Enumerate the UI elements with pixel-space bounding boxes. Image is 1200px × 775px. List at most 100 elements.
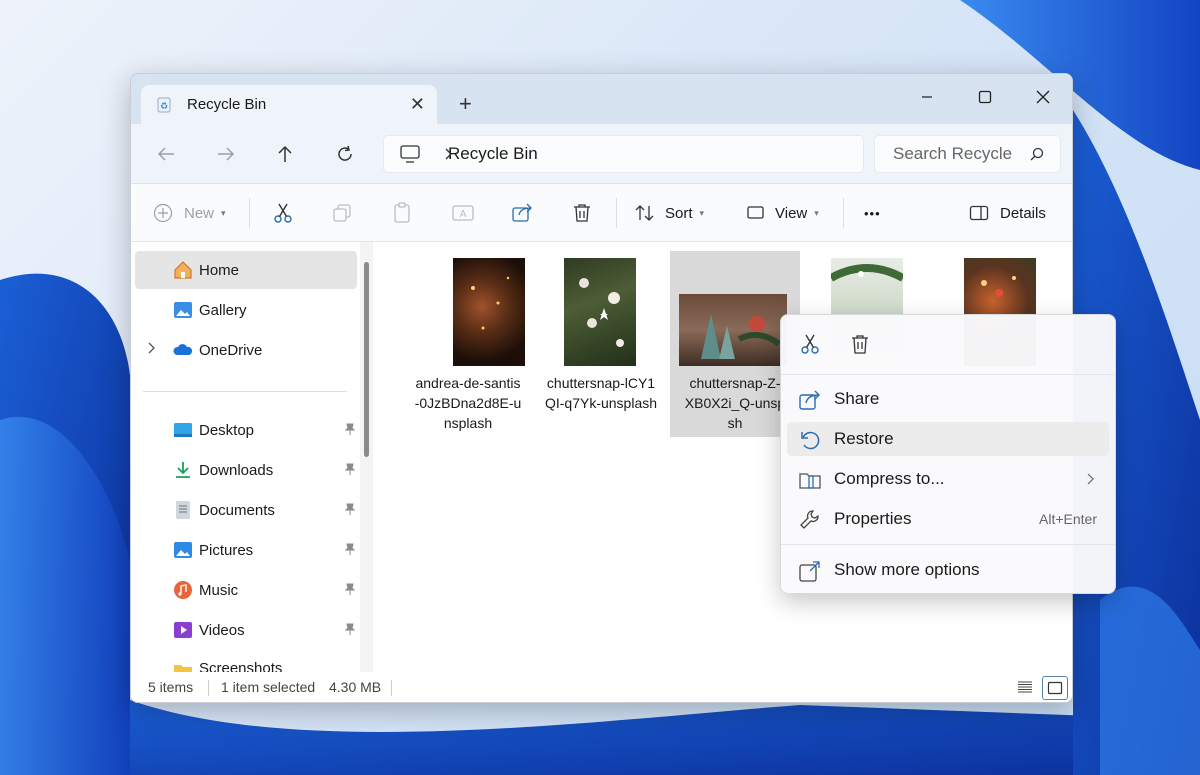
details-pane-button[interactable]: Details <box>969 184 1046 242</box>
pin-icon <box>343 422 357 440</box>
sort-label: Sort <box>665 204 693 222</box>
recycle-bin-icon: ♻ <box>155 96 173 114</box>
menu-divider <box>781 544 1115 545</box>
sidebar-item-label: Downloads <box>199 461 274 479</box>
scissors-icon <box>274 203 292 223</box>
menu-item-compress[interactable]: Compress to... <box>787 462 1109 496</box>
gallery-icon <box>174 302 192 318</box>
new-button[interactable]: New ▾ <box>153 184 226 242</box>
delete-quick-action[interactable] <box>849 333 871 355</box>
svg-text:♻: ♻ <box>160 102 168 112</box>
details-view-toggle[interactable] <box>1017 679 1033 698</box>
items-count: 5 items <box>148 679 194 695</box>
toolbar-divider <box>249 198 250 228</box>
maximize-button[interactable] <box>965 82 1005 112</box>
sidebar-divider <box>143 391 347 392</box>
minimize-icon <box>922 96 932 98</box>
cut-button[interactable] <box>273 184 293 242</box>
rename-button[interactable]: A <box>452 184 474 242</box>
menu-item-show-more-options[interactable]: Show more options <box>787 553 1109 587</box>
close-icon <box>1036 90 1050 104</box>
sidebar-item-desktop[interactable]: Desktop <box>135 411 357 449</box>
sidebar-item-music[interactable]: Music <box>135 571 357 609</box>
sidebar-item-videos[interactable]: Videos <box>135 611 357 649</box>
sidebar-item-documents[interactable]: Documents <box>135 491 357 529</box>
file-name-line: -0JzBDna2d8E-u <box>414 395 522 411</box>
tab-title: Recycle Bin <box>187 96 267 113</box>
navigation-pane: Home Gallery OneDrive Desktop Downloads … <box>131 242 379 672</box>
music-icon <box>174 581 192 599</box>
cut-quick-action[interactable] <box>799 333 821 355</box>
file-item[interactable]: chuttersnap-lCY1 QI-q7Yk-unsplash <box>536 251 666 437</box>
breadcrumb-recycle-bin[interactable]: Recycle Bin <box>448 144 538 164</box>
selection-count: 1 item selected <box>221 679 316 695</box>
sidebar-item-downloads[interactable]: Downloads <box>135 451 357 489</box>
sidebar-scrollbar-thumb[interactable] <box>364 262 369 457</box>
chevron-down-icon: ▾ <box>221 207 226 218</box>
minimize-button[interactable] <box>907 82 947 112</box>
tab-recycle-bin[interactable]: ♻ Recycle Bin ✕ <box>141 85 437 124</box>
file-name: chuttersnap-lCY1 QI-q7Yk-unsplash <box>536 373 666 413</box>
trash-icon <box>574 204 590 222</box>
trash-icon <box>852 335 868 354</box>
file-name-line: andrea-de-santis <box>415 375 521 391</box>
sidebar-item-gallery[interactable]: Gallery <box>135 291 357 329</box>
menu-item-label: Compress to... <box>834 469 945 488</box>
svg-text:A: A <box>460 209 467 220</box>
tiles-view-icon <box>1047 681 1063 695</box>
menu-item-restore[interactable]: Restore <box>787 422 1109 456</box>
plus-circle-icon <box>153 203 173 223</box>
new-tab-button[interactable]: + <box>459 91 472 117</box>
view-button[interactable]: View ▾ <box>746 184 819 242</box>
file-item[interactable]: andrea-de-santis -0JzBDna2d8E-u nsplash <box>403 251 533 437</box>
sidebar-item-label: Gallery <box>199 301 247 319</box>
chevron-right-icon[interactable] <box>147 341 157 359</box>
arrow-left-icon <box>157 147 174 161</box>
search-input[interactable]: Search Recycle <box>874 135 1061 173</box>
delete-button[interactable] <box>572 184 592 242</box>
share-icon <box>799 390 820 410</box>
scissors-icon <box>801 334 819 354</box>
close-window-button[interactable] <box>1023 82 1063 112</box>
sidebar-item-screenshots[interactable]: Screenshots <box>135 651 357 672</box>
zip-folder-icon <box>799 473 821 489</box>
this-pc-icon <box>400 145 420 163</box>
sort-button[interactable]: Sort ▾ <box>635 184 704 242</box>
more-options-button[interactable]: ••• <box>864 184 881 242</box>
up-button[interactable] <box>270 140 300 168</box>
refresh-button[interactable] <box>330 140 360 168</box>
menu-item-label: Show more options <box>834 560 980 579</box>
list-view-icon <box>1018 681 1032 693</box>
paste-button[interactable] <box>392 184 412 242</box>
menu-item-share[interactable]: Share <box>787 382 1109 416</box>
copy-button[interactable] <box>332 184 352 242</box>
file-name-line: nsplash <box>443 415 493 431</box>
view-icon <box>747 206 764 219</box>
context-menu: Share Restore Compress to... Properties … <box>780 314 1116 594</box>
file-thumbnail <box>453 258 525 366</box>
forward-button[interactable] <box>211 140 241 168</box>
pin-icon <box>343 462 357 480</box>
toolbar-divider <box>616 198 617 228</box>
pin-icon <box>343 502 357 520</box>
details-pane-icon <box>969 205 989 221</box>
selection-size: 4.30 MB <box>329 679 382 695</box>
arrow-right-icon <box>218 147 235 161</box>
rename-icon: A <box>452 205 474 221</box>
share-button[interactable] <box>512 184 534 242</box>
large-icons-view-toggle[interactable] <box>1042 676 1068 700</box>
menu-item-properties[interactable]: Properties Alt+Enter <box>787 502 1109 536</box>
sidebar-item-pictures[interactable]: Pictures <box>135 531 357 569</box>
onedrive-cloud-icon <box>173 344 193 355</box>
document-icon <box>176 501 190 519</box>
menu-item-label: Restore <box>834 429 894 448</box>
address-field[interactable]: Recycle Bin <box>383 135 864 173</box>
close-tab-button[interactable]: ✕ <box>410 94 425 115</box>
new-label: New <box>184 204 215 222</box>
back-button[interactable] <box>151 140 181 168</box>
sidebar-item-onedrive[interactable]: OneDrive <box>135 331 357 369</box>
refresh-icon <box>338 145 352 161</box>
file-name: andrea-de-santis -0JzBDna2d8E-u nsplash <box>403 373 533 433</box>
sidebar-item-label: OneDrive <box>199 341 263 359</box>
sidebar-item-home[interactable]: Home <box>135 251 357 289</box>
